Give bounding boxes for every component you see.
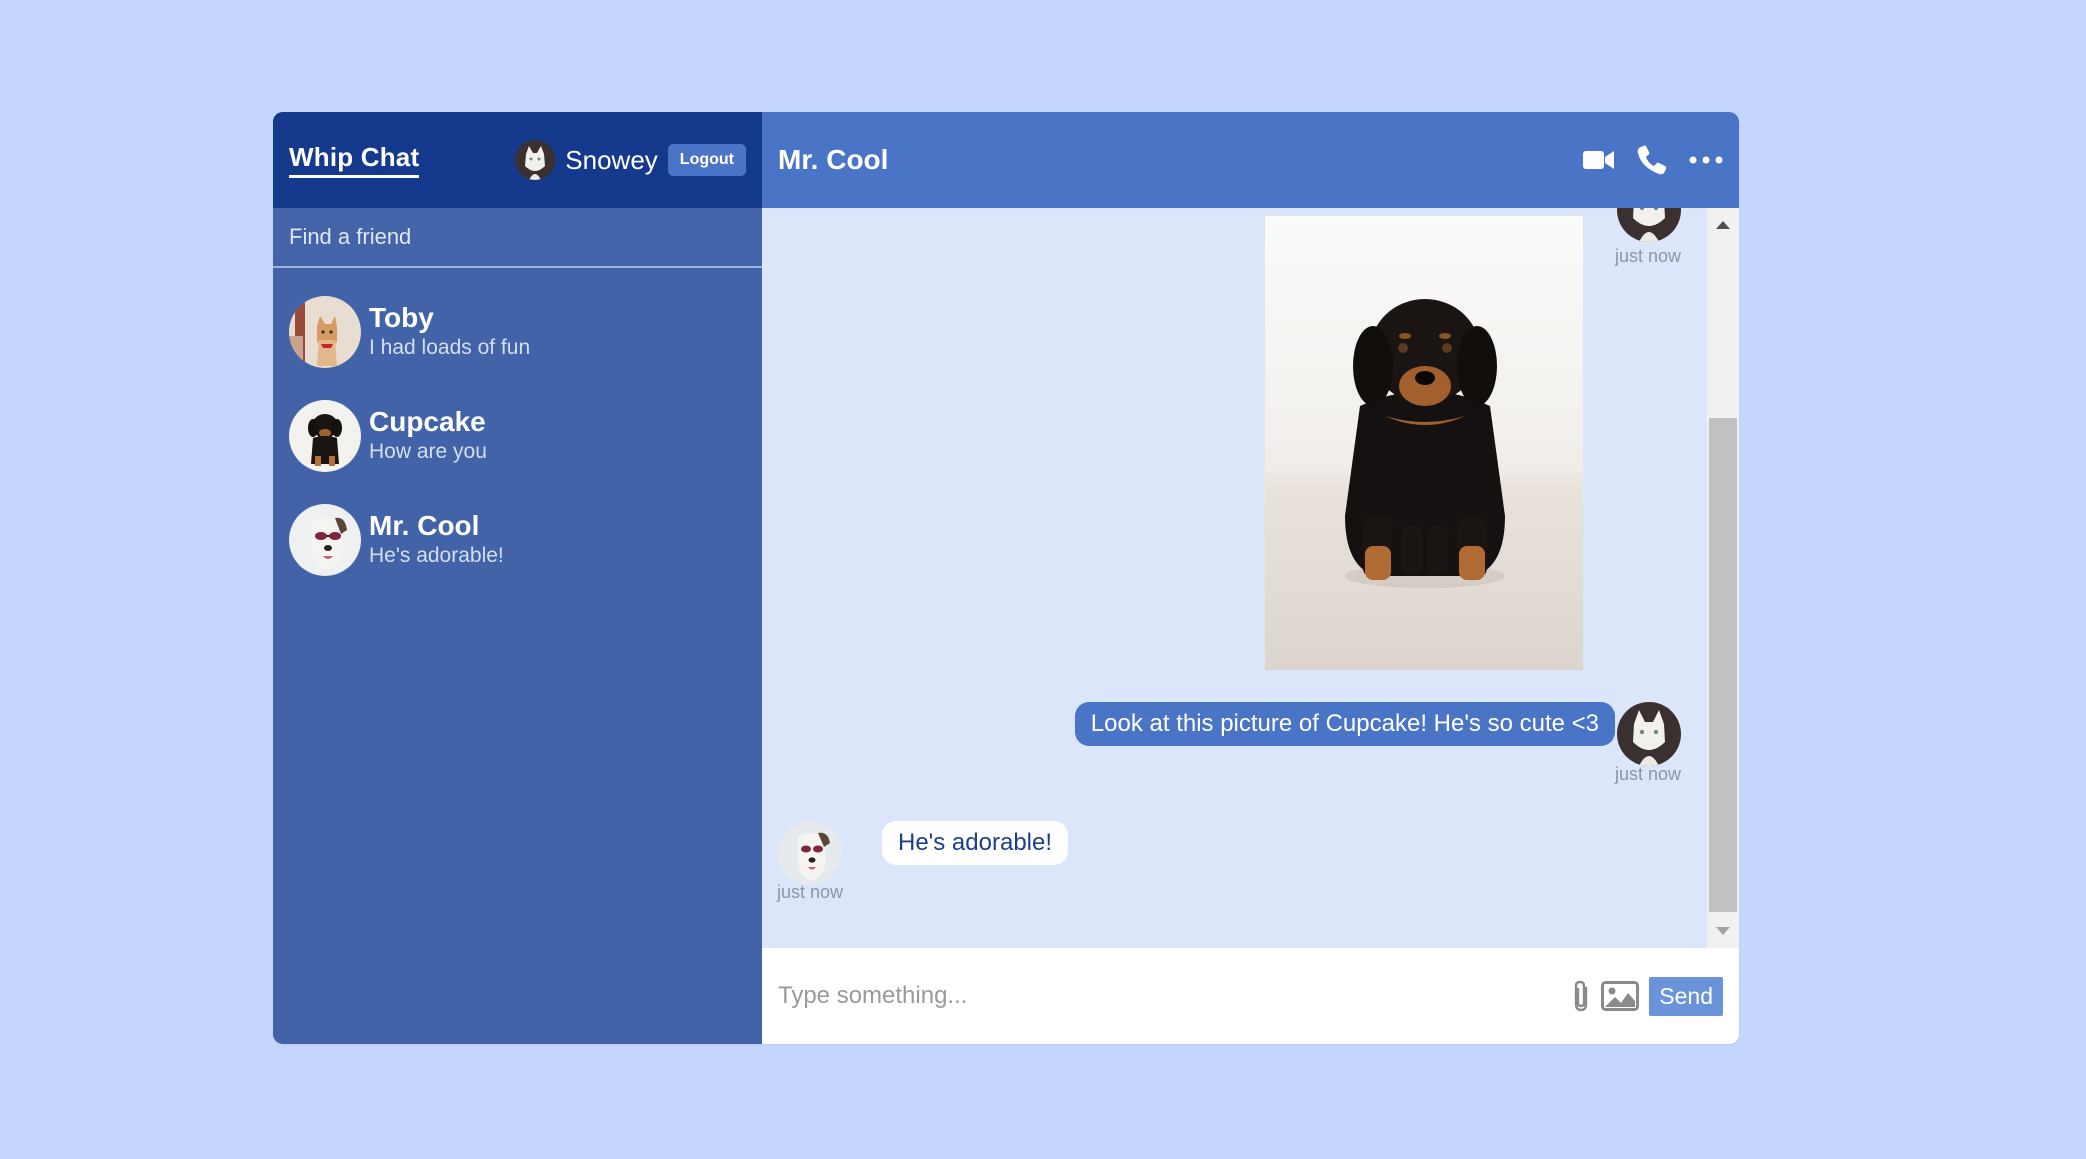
message-time: just now: [777, 882, 844, 902]
sender-avatar-mr-cool: [778, 821, 842, 885]
sidebar: Whip Chat Snowey Logout Find a friend To…: [273, 112, 762, 1044]
sidebar-header: Whip Chat Snowey Logout: [273, 112, 762, 208]
shared-photo-cupcake[interactable]: [1265, 216, 1583, 670]
friend-last-message: I had loads of fun: [369, 336, 531, 359]
message-time: just now: [1615, 246, 1682, 266]
incoming-message-bubble[interactable]: He's adorable!: [882, 821, 1069, 865]
image-upload-icon[interactable]: [1601, 981, 1640, 1011]
friend-item-cupcake[interactable]: Cupcake How are you: [273, 384, 762, 488]
video-call-icon[interactable]: [1583, 149, 1615, 171]
friend-item-mr-cool[interactable]: Mr. Cool He's adorable!: [273, 488, 762, 592]
friend-list: Toby I had loads of fun Cupcake How are …: [273, 268, 762, 592]
attachment-icon[interactable]: [1571, 979, 1591, 1013]
sender-avatar-snowey: [1617, 208, 1681, 242]
logout-button[interactable]: Logout: [667, 144, 746, 176]
sender-avatar-snowey: [1617, 702, 1681, 766]
message-input[interactable]: [778, 982, 1572, 1010]
find-friend-input[interactable]: [289, 224, 746, 250]
scroll-down-arrow-icon[interactable]: [1707, 920, 1739, 942]
app-brand[interactable]: Whip Chat: [289, 142, 420, 178]
chat-app-window: Whip Chat Snowey Logout Find a friend To…: [273, 112, 1739, 1044]
friend-last-message: How are you: [369, 440, 487, 463]
message-scrollbar[interactable]: [1707, 208, 1739, 948]
chat-panel: Mr. Cool just now Look at this picture o…: [762, 112, 1739, 1044]
scroll-up-arrow-icon[interactable]: [1707, 214, 1739, 236]
cupcake-avatar: [289, 400, 361, 472]
user-name: Snowey: [565, 144, 658, 175]
mr-cool-avatar: [289, 504, 361, 576]
friend-item-toby[interactable]: Toby I had loads of fun: [273, 280, 762, 384]
scrollbar-thumb[interactable]: [1709, 418, 1737, 912]
friend-name: Cupcake: [369, 406, 486, 437]
outgoing-message-bubble[interactable]: Look at this picture of Cupcake! He's so…: [1074, 702, 1615, 746]
send-button[interactable]: Send: [1649, 976, 1723, 1016]
chat-title: Mr. Cool: [778, 144, 889, 175]
user-avatar: [515, 140, 556, 180]
message-time: just now: [1615, 764, 1682, 784]
friend-name: Mr. Cool: [369, 510, 480, 541]
more-options-icon[interactable]: [1689, 156, 1723, 164]
friend-last-message: He's adorable!: [369, 544, 504, 567]
toby-avatar: [289, 296, 361, 368]
chat-actions: [1583, 145, 1723, 175]
phone-call-icon[interactable]: [1637, 145, 1667, 175]
chat-header: Mr. Cool: [762, 112, 1739, 208]
friend-name: Toby: [369, 302, 434, 333]
message-composer: Send: [762, 948, 1739, 1044]
message-list[interactable]: just now Look at this picture of Cupcake…: [762, 208, 1739, 948]
friend-search: [273, 208, 762, 268]
current-user: Snowey Logout: [515, 140, 746, 180]
